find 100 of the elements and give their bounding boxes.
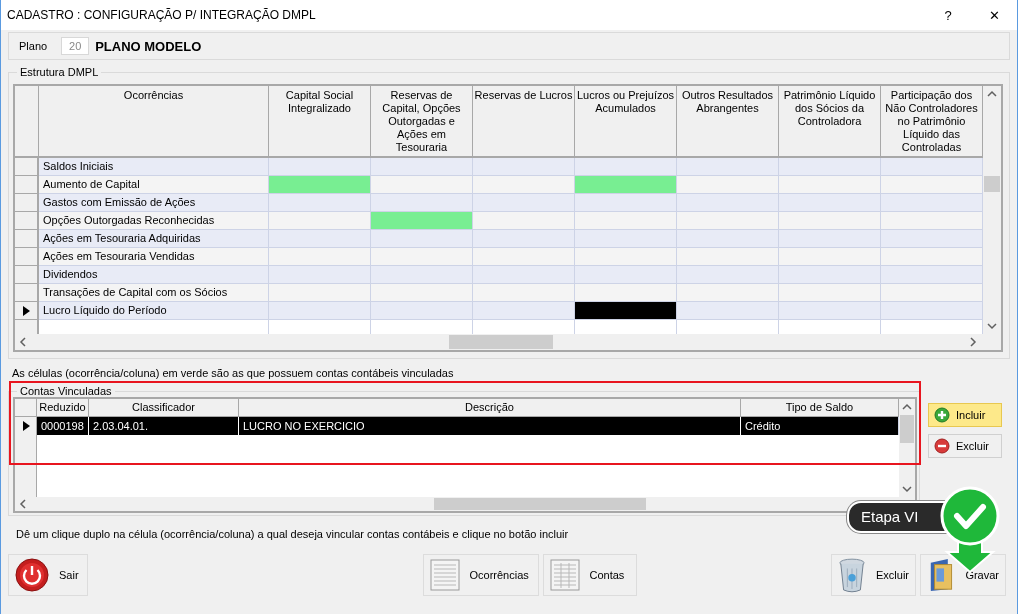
table-cell[interactable]	[779, 212, 881, 230]
scroll-down-icon[interactable]	[987, 322, 997, 330]
table-cell[interactable]	[881, 212, 983, 230]
table-row[interactable]: 0000198 2.03.04.01. LUCRO NO EXERCICIO Crédito	[15, 417, 899, 435]
column-header[interactable]: Ocorrências	[39, 86, 269, 156]
table-cell[interactable]	[779, 284, 881, 302]
table-cell[interactable]	[473, 158, 575, 176]
table-cell[interactable]	[575, 158, 677, 176]
table-cell[interactable]	[371, 176, 473, 194]
table-cell[interactable]	[473, 266, 575, 284]
table-cell[interactable]	[371, 212, 473, 230]
column-header[interactable]: Capital Social Integralizado	[269, 86, 371, 156]
table-cell[interactable]	[269, 266, 371, 284]
column-header[interactable]: Descrição	[239, 399, 741, 416]
scroll-thumb[interactable]	[434, 498, 646, 510]
table-cell[interactable]	[269, 248, 371, 266]
accounts-button[interactable]: Contas	[542, 554, 637, 596]
table-cell[interactable]	[473, 284, 575, 302]
table-cell[interactable]	[779, 248, 881, 266]
column-header[interactable]: Patrimônio Líquido dos Sócios da Controladora	[779, 86, 881, 156]
table-cell[interactable]	[473, 212, 575, 230]
table-cell[interactable]	[575, 248, 677, 266]
vertical-scrollbar[interactable]	[899, 399, 915, 497]
table-cell[interactable]	[677, 176, 779, 194]
table-cell[interactable]	[677, 266, 779, 284]
table-cell[interactable]	[575, 284, 677, 302]
table-cell[interactable]	[677, 230, 779, 248]
column-header[interactable]: Reservas de Capital, Opções Outorgadas e Ações em Tesouraria	[371, 86, 473, 156]
table-cell[interactable]	[269, 212, 371, 230]
remove-button[interactable]: Excluir	[928, 434, 1002, 458]
scroll-thumb[interactable]	[984, 176, 1000, 192]
table-cell[interactable]: Opções Outorgadas Reconhecidas	[39, 212, 269, 230]
scroll-left-icon[interactable]	[19, 499, 27, 509]
table-cell[interactable]	[371, 302, 473, 320]
table-cell[interactable]	[677, 284, 779, 302]
help-button[interactable]: ?	[925, 0, 971, 30]
add-button[interactable]: Incluir	[928, 403, 1002, 427]
table-cell[interactable]	[473, 194, 575, 212]
table-cell[interactable]	[575, 230, 677, 248]
column-header[interactable]: Classificador	[89, 399, 239, 416]
table-cell[interactable]: Saldos Iniciais	[39, 158, 269, 176]
table-cell[interactable]	[779, 158, 881, 176]
column-header[interactable]: Outros Resultados Abrangentes	[677, 86, 779, 156]
table-cell[interactable]	[473, 302, 575, 320]
table-cell[interactable]	[371, 266, 473, 284]
table-cell[interactable]	[473, 230, 575, 248]
table-cell[interactable]	[269, 194, 371, 212]
table-cell[interactable]: Ações em Tesouraria Adquiridas	[39, 230, 269, 248]
table-cell[interactable]	[269, 158, 371, 176]
table-cell[interactable]	[779, 194, 881, 212]
table-cell[interactable]	[575, 194, 677, 212]
table-cell[interactable]	[269, 284, 371, 302]
table-cell[interactable]	[473, 176, 575, 194]
delete-button[interactable]: Excluir	[831, 554, 916, 596]
table-cell[interactable]	[881, 302, 983, 320]
table-cell[interactable]: Ações em Tesouraria Vendidas	[39, 248, 269, 266]
table-cell[interactable]: Transações de Capital com os Sócios	[39, 284, 269, 302]
horizontal-scrollbar[interactable]	[15, 334, 1001, 350]
table-cell[interactable]	[575, 266, 677, 284]
scroll-up-icon[interactable]	[902, 403, 912, 411]
table-cell[interactable]	[677, 212, 779, 230]
table-cell[interactable]	[371, 194, 473, 212]
table-cell[interactable]	[269, 176, 371, 194]
table-cell[interactable]	[779, 266, 881, 284]
table-cell[interactable]	[881, 194, 983, 212]
table-cell[interactable]	[473, 248, 575, 266]
table-cell[interactable]	[575, 176, 677, 194]
row-indicator[interactable]	[15, 302, 39, 320]
table-cell[interactable]	[881, 230, 983, 248]
table-cell[interactable]	[881, 176, 983, 194]
table-cell[interactable]	[881, 248, 983, 266]
table-cell[interactable]	[677, 194, 779, 212]
table-cell[interactable]	[269, 302, 371, 320]
scroll-right-icon[interactable]	[969, 337, 977, 347]
scroll-thumb[interactable]	[449, 335, 553, 349]
table-cell[interactable]	[779, 230, 881, 248]
table-cell[interactable]	[677, 158, 779, 176]
table-cell[interactable]	[371, 248, 473, 266]
table-cell[interactable]: Gastos com Emissão de Ações	[39, 194, 269, 212]
table-cell[interactable]	[881, 284, 983, 302]
vertical-scrollbar[interactable]	[983, 86, 1001, 334]
close-button[interactable]: ✕	[971, 0, 1017, 30]
table-cell[interactable]	[779, 302, 881, 320]
horizontal-scrollbar[interactable]	[15, 497, 915, 511]
table-cell[interactable]	[269, 230, 371, 248]
table-cell[interactable]: Aumento de Capital	[39, 176, 269, 194]
table-cell[interactable]	[881, 158, 983, 176]
table-cell[interactable]	[881, 266, 983, 284]
column-header[interactable]: Reservas de Lucros	[473, 86, 575, 156]
table-cell[interactable]: Lucro Líquido do Período	[39, 302, 269, 320]
column-header[interactable]: Lucros ou Prejuízos Acumulados	[575, 86, 677, 156]
exit-button[interactable]: Sair	[8, 554, 88, 596]
plan-code-field[interactable]: 20	[61, 37, 90, 55]
table-cell[interactable]	[575, 302, 677, 320]
scroll-up-icon[interactable]	[987, 90, 997, 98]
table-cell[interactable]	[677, 302, 779, 320]
table-cell[interactable]	[371, 284, 473, 302]
events-button[interactable]: Ocorrências	[422, 554, 539, 596]
table-cell[interactable]	[779, 176, 881, 194]
scroll-left-icon[interactable]	[19, 337, 27, 347]
